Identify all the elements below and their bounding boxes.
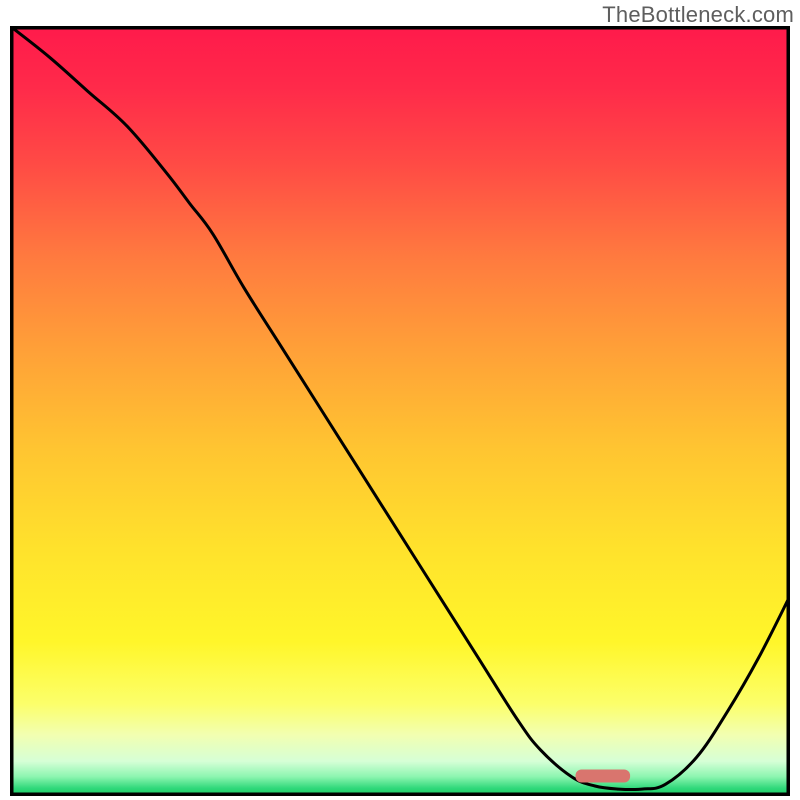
minimum-marker [576, 769, 631, 782]
plot-area [10, 26, 790, 796]
gradient-background [10, 26, 790, 796]
chart-svg [10, 26, 790, 796]
watermark-text: TheBottleneck.com [602, 2, 794, 28]
chart-container: TheBottleneck.com [0, 0, 800, 800]
